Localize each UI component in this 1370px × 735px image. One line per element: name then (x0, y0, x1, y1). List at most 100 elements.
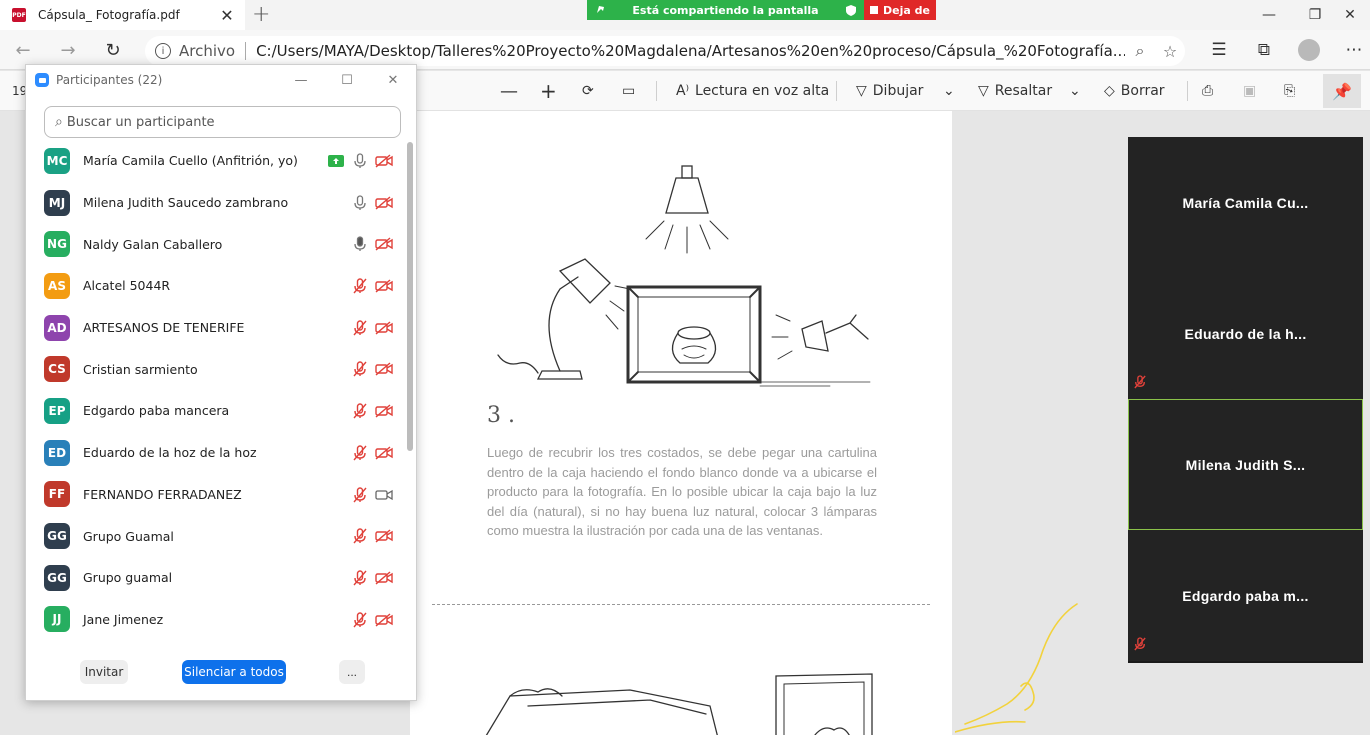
video-off-icon[interactable] (374, 277, 394, 295)
browser-titlebar: PDF Cápsula_ Fotografía.pdf ✕ + Está com… (0, 0, 1370, 30)
read-aloud-button[interactable]: A⁾ Lectura en voz alta (676, 80, 829, 102)
zoom-in-icon[interactable]: + (540, 79, 557, 103)
video-tile[interactable]: María Camila Cu... (1128, 137, 1363, 268)
scrollbar-thumb[interactable] (407, 142, 413, 451)
mic-muted-icon[interactable] (350, 569, 370, 587)
participant-row[interactable]: GG Grupo guamal (26, 557, 404, 599)
video-icon[interactable] (374, 486, 394, 504)
participant-row[interactable]: CS Cristian sarmiento (26, 348, 404, 390)
mic-muted-icon[interactable] (350, 527, 370, 545)
mic-muted-icon[interactable] (350, 402, 370, 420)
info-icon[interactable]: i (155, 43, 171, 59)
video-off-icon[interactable] (374, 319, 394, 337)
share-pin-icon[interactable] (595, 5, 605, 15)
browser-tab[interactable]: PDF Cápsula_ Fotografía.pdf ✕ (0, 0, 245, 30)
video-off-icon[interactable] (374, 235, 394, 253)
mic-muted-icon[interactable] (350, 611, 370, 629)
participant-name: Edgardo paba mancera (83, 403, 230, 419)
rotate-icon[interactable]: ⟳ (582, 80, 594, 102)
print-icon[interactable]: ⎙ (1202, 80, 1213, 102)
zoom-out-icon[interactable]: — (500, 80, 518, 102)
participant-name: Eduardo de la hoz de la hoz (83, 445, 257, 461)
participants-panel: Participantes (22) — ☐ ✕ ⌕ MC María Camil… (25, 64, 417, 701)
video-off-icon[interactable] (374, 569, 394, 587)
fit-page-icon[interactable]: ▭ (622, 80, 635, 102)
stop-share-button[interactable]: Deja de (864, 0, 936, 20)
mic-muted-icon (1134, 637, 1146, 655)
video-tile-name: Milena Judith S... (1185, 456, 1306, 473)
panel-maximize-button[interactable]: ☐ (324, 73, 370, 88)
mic-muted-icon[interactable] (350, 360, 370, 378)
panel-minimize-button[interactable]: — (278, 73, 324, 88)
toolbar-divider (1187, 81, 1188, 101)
video-tile[interactable]: Milena Judith S... (1128, 399, 1363, 530)
video-tile-name: Eduardo de la h... (1184, 325, 1307, 342)
participant-row[interactable]: FF FERNANDO FERRADANEZ (26, 474, 404, 516)
video-off-icon[interactable] (374, 152, 394, 170)
participant-row[interactable]: JJ Jane Jimenez (26, 599, 404, 641)
video-tile[interactable]: Edgardo paba m... (1128, 530, 1363, 661)
draw-pen-icon: ▽ (856, 83, 867, 99)
participant-row[interactable]: MC María Camila Cuello (Anfitrión, yo) (26, 140, 404, 182)
lightbox-illustration (497, 165, 871, 387)
participant-search[interactable]: ⌕ (44, 106, 401, 138)
step-number: 3 . (487, 403, 515, 428)
more-options-icon[interactable]: ⋯ (1340, 38, 1368, 62)
url-text[interactable]: C:/Users/MAYA/Desktop/Talleres%20Proyect… (256, 42, 1125, 60)
participant-name: FERNANDO FERRADANEZ (83, 486, 242, 502)
collections-icon[interactable]: ⧉ (1250, 38, 1278, 62)
mic-muted-icon[interactable] (350, 277, 370, 295)
participant-avatar: GG (44, 523, 70, 550)
panel-close-button[interactable]: ✕ (370, 73, 416, 88)
mic-muted-icon[interactable] (350, 319, 370, 337)
highlight-button[interactable]: ▽ Resaltar (978, 80, 1052, 102)
refresh-icon[interactable]: ↻ (100, 38, 126, 62)
participant-list: MC María Camila Cuello (Anfitrión, yo) MJ M… (26, 140, 404, 640)
participant-avatar: FF (44, 481, 70, 508)
participant-row[interactable]: EP Edgardo paba mancera (26, 390, 404, 432)
video-off-icon[interactable] (374, 527, 394, 545)
invite-button[interactable]: Invitar (80, 660, 128, 684)
url-field[interactable]: i Archivo C:/Users/MAYA/Desktop/Talleres… (145, 36, 1185, 66)
draw-label: Dibujar (872, 83, 924, 99)
mic-icon[interactable] (350, 235, 370, 253)
video-off-icon[interactable] (374, 360, 394, 378)
highlight-options-chevron-icon[interactable]: ⌄ (1069, 80, 1081, 102)
video-off-icon[interactable] (374, 194, 394, 212)
mic-icon[interactable] (350, 194, 370, 212)
participant-row[interactable]: AD ARTESANOS DE TENERIFE (26, 307, 404, 349)
back-arrow-icon[interactable]: ← (10, 38, 36, 62)
video-off-icon[interactable] (374, 444, 394, 462)
video-tile[interactable]: Eduardo de la h... (1128, 268, 1363, 399)
save-as-icon[interactable]: ⎘ (1284, 80, 1295, 102)
mic-muted-icon[interactable] (350, 444, 370, 462)
participant-row[interactable]: MJ Milena Judith Saucedo zambrano (26, 182, 404, 224)
save-icon[interactable]: ▣ (1243, 80, 1256, 102)
erase-button[interactable]: ◇ Borrar (1104, 80, 1165, 102)
minimize-button[interactable]: — (1246, 0, 1292, 30)
participant-row[interactable]: AS Alcatel 5044R (26, 265, 404, 307)
participant-row[interactable]: NG Naldy Galan Caballero (26, 223, 404, 265)
participant-row[interactable]: GG Grupo Guamal (26, 515, 404, 557)
zoom-search-icon[interactable]: ⌕ (1125, 41, 1155, 61)
mic-icon[interactable] (350, 152, 370, 170)
profile-avatar[interactable] (1295, 38, 1323, 62)
participant-row[interactable]: ED Eduardo de la hoz de la hoz (26, 432, 404, 474)
tab-close-icon[interactable]: ✕ (215, 6, 239, 25)
participant-avatar: GG (44, 564, 70, 591)
favorite-star-icon[interactable]: ☆ (1155, 42, 1185, 61)
forward-arrow-icon[interactable]: → (55, 38, 81, 62)
mute-all-button[interactable]: Silenciar a todos (182, 660, 286, 684)
video-off-icon[interactable] (374, 611, 394, 629)
favorites-bar-icon[interactable]: ☰ (1205, 38, 1233, 62)
close-window-button[interactable]: ✕ (1330, 0, 1370, 30)
video-off-icon[interactable] (374, 402, 394, 420)
more-options-button[interactable]: ... (339, 660, 365, 684)
draw-button[interactable]: ▽ Dibujar (856, 80, 923, 102)
participant-avatar: JJ (44, 606, 70, 633)
draw-options-chevron-icon[interactable]: ⌄ (943, 80, 955, 102)
mic-muted-icon[interactable] (350, 486, 370, 504)
pin-toolbar-icon[interactable]: 📌 (1323, 74, 1361, 108)
new-tab-button[interactable]: + (252, 2, 270, 27)
search-input[interactable] (66, 114, 367, 130)
